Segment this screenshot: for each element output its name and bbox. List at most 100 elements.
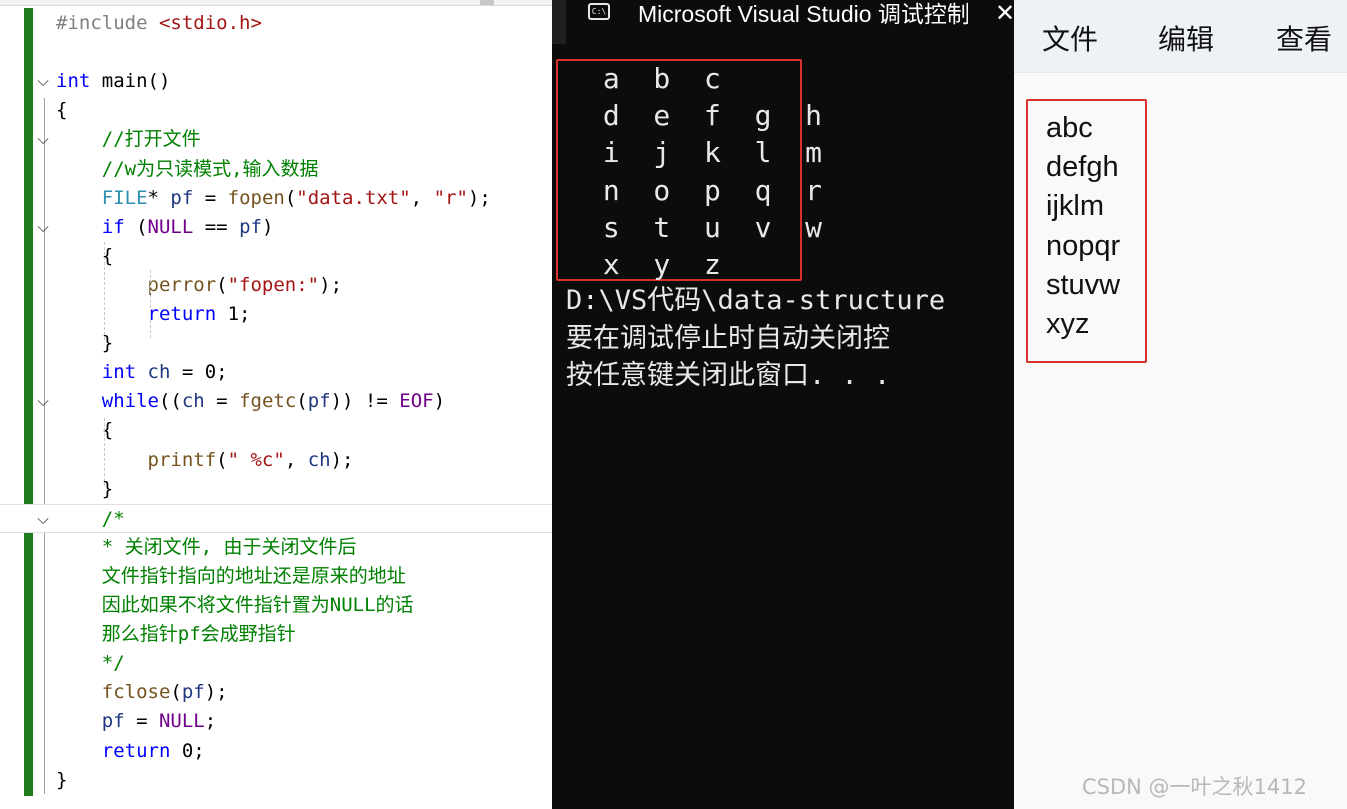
console-output-line: s t u v w bbox=[586, 210, 823, 244]
debug-console-window[interactable]: C:\ Microsoft Visual Studio 调试控制台 ✕ a b … bbox=[552, 0, 1014, 809]
fold-chevron-icon[interactable]: ⌵ bbox=[33, 67, 53, 96]
code-token: ch bbox=[307, 448, 331, 471]
code-token: ) bbox=[261, 215, 274, 238]
code-token: pf bbox=[56, 710, 125, 733]
code-token: = bbox=[124, 710, 159, 733]
code-line[interactable]: 那么指针pf会成野指针 bbox=[0, 620, 552, 649]
console-title-bar[interactable]: C:\ Microsoft Visual Studio 调试控制台 ✕ bbox=[552, 0, 1014, 44]
code-token: "r" bbox=[433, 186, 468, 209]
notepad-line: xyz bbox=[1046, 308, 1090, 340]
code-line[interactable]: ⌵ while((ch = fgetc(pf)) != EOF) bbox=[0, 387, 552, 416]
code-token: FILE bbox=[56, 186, 148, 209]
code-token: NULL bbox=[158, 710, 205, 733]
code-line[interactable]: * 关闭文件, 由于关闭文件后 bbox=[0, 533, 552, 562]
code-line[interactable]: ⌵ /* bbox=[0, 503, 552, 534]
notepad-line: abc bbox=[1046, 112, 1093, 144]
console-title: Microsoft Visual Studio 调试控制台 bbox=[638, 1, 968, 27]
code-token: ( bbox=[296, 390, 308, 413]
code-line[interactable]: } bbox=[0, 766, 552, 795]
notepad-line: ijklm bbox=[1046, 190, 1104, 223]
code-token: ch bbox=[181, 390, 205, 413]
code-token: pf bbox=[307, 390, 331, 413]
code-text: return 0; bbox=[56, 737, 205, 766]
code-text: * 关闭文件, 由于关闭文件后 bbox=[56, 533, 357, 562]
code-token: (( bbox=[158, 390, 182, 413]
code-text: 文件指针指向的地址还是原来的地址 bbox=[56, 562, 406, 591]
code-token: EOF bbox=[399, 390, 434, 413]
code-line[interactable]: return 0; bbox=[0, 737, 552, 766]
code-token: )) != bbox=[330, 390, 400, 413]
watermark: CSDN @一叶之秋1412 bbox=[1082, 775, 1307, 799]
code-token: ( bbox=[136, 215, 148, 238]
code-line[interactable]: int ch = 0; bbox=[0, 358, 552, 387]
code-token: fopen bbox=[227, 186, 285, 209]
code-token: 1; bbox=[227, 303, 251, 325]
fold-chevron-icon[interactable]: ⌵ bbox=[33, 125, 53, 154]
code-line[interactable]: fclose(pf); bbox=[0, 678, 552, 707]
code-line[interactable]: pf = NULL; bbox=[0, 707, 552, 736]
code-token: , bbox=[410, 186, 434, 209]
code-line[interactable]: ⌵ if (NULL == pf) bbox=[0, 213, 552, 242]
code-line[interactable]: { bbox=[0, 96, 552, 125]
code-token: return bbox=[56, 303, 228, 325]
code-token: * bbox=[147, 186, 171, 209]
notepad-window[interactable]: 文件 编辑 查看 abc defgh ijklm nopqr stuvw xyz bbox=[1014, 0, 1347, 809]
code-token: pf bbox=[181, 681, 205, 704]
fold-chevron-icon[interactable]: ⌵ bbox=[33, 505, 53, 534]
indent-guide bbox=[104, 418, 105, 486]
code-line[interactable]: return 1; bbox=[0, 300, 552, 329]
console-message-line: 按任意键关闭此窗口. . . bbox=[566, 360, 891, 391]
code-line[interactable]: printf(" %c", ch); bbox=[0, 446, 552, 475]
code-token: ) bbox=[433, 390, 446, 413]
code-token: NULL bbox=[147, 215, 194, 238]
menu-bar: 文件 编辑 查看 bbox=[1014, 0, 1347, 73]
code-text: int main() bbox=[56, 67, 170, 96]
code-token: { bbox=[56, 99, 68, 122]
code-token: 那么指针pf会成野指针 bbox=[56, 623, 296, 646]
code-token: perror bbox=[56, 273, 217, 296]
code-line[interactable]: 文件指针指向的地址还是原来的地址 bbox=[0, 562, 552, 591]
code-text: perror("fopen:"); bbox=[56, 271, 343, 300]
code-line[interactable]: */ bbox=[0, 649, 552, 678]
terminal-icon: C:\ bbox=[588, 3, 610, 20]
code-line[interactable]: { bbox=[0, 242, 552, 271]
code-token: ( bbox=[216, 448, 228, 471]
code-line[interactable]: { bbox=[0, 416, 552, 445]
code-line[interactable]: perror("fopen:"); bbox=[0, 271, 552, 300]
code-token: = bbox=[204, 390, 240, 413]
code-line[interactable]: } bbox=[0, 475, 552, 504]
menu-file[interactable]: 文件 bbox=[1042, 20, 1098, 60]
code-line[interactable]: ⌵ //打开文件 bbox=[0, 125, 552, 154]
code-token: " %c" bbox=[227, 448, 285, 471]
menu-view[interactable]: 查看 bbox=[1276, 20, 1332, 60]
notepad-line: defgh bbox=[1046, 151, 1119, 184]
code-token: int bbox=[56, 361, 148, 384]
code-token: printf bbox=[56, 448, 217, 471]
code-line[interactable]: 因此如果不将文件指针置为NULL的话 bbox=[0, 591, 552, 620]
code-token: fclose bbox=[56, 681, 171, 704]
code-line[interactable]: ⌵ int main() bbox=[0, 67, 552, 96]
code-line[interactable]: } bbox=[0, 329, 552, 358]
code-token: } bbox=[56, 768, 68, 791]
code-text: while((ch = fgetc(pf)) != EOF) bbox=[56, 387, 445, 416]
fold-chevron-icon[interactable]: ⌵ bbox=[33, 213, 53, 242]
code-token: ); bbox=[319, 273, 343, 296]
code-text: if (NULL == pf) bbox=[56, 213, 274, 242]
code-token: "data.txt" bbox=[296, 186, 411, 209]
code-token: "fopen:" bbox=[227, 273, 320, 296]
code-line[interactable]: //w为只读模式,输入数据 bbox=[0, 155, 552, 184]
console-output-line: a b c bbox=[586, 62, 721, 95]
menu-edit[interactable]: 编辑 bbox=[1158, 20, 1214, 60]
indent-guide bbox=[104, 242, 105, 340]
code-token: ); bbox=[330, 448, 354, 471]
code-line[interactable]: FILE* pf = fopen("data.txt", "r"); bbox=[0, 184, 552, 213]
code-token: ch bbox=[147, 361, 171, 384]
code-editor[interactable]: #include <stdio.h> ⌵ int main(){⌵ //打开文件 /… bbox=[0, 0, 552, 809]
code-text: #include <stdio.h> bbox=[56, 9, 262, 38]
code-line[interactable]: #include <stdio.h> bbox=[0, 9, 552, 38]
code-line[interactable] bbox=[0, 38, 552, 67]
editor-scroll-marker bbox=[480, 0, 494, 5]
close-icon[interactable]: ✕ bbox=[990, 0, 1014, 28]
fold-chevron-icon[interactable]: ⌵ bbox=[33, 387, 53, 416]
code-token: //w为只读模式,输入数据 bbox=[56, 157, 319, 180]
